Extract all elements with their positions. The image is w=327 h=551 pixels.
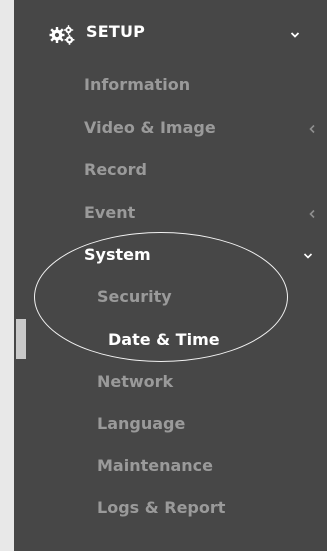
sidebar-subitem-network[interactable]: Network xyxy=(14,363,327,403)
sidebar-item-record[interactable]: Record xyxy=(14,151,327,191)
chevron-down-icon xyxy=(290,32,300,38)
sidebar-item-label: Date & Time xyxy=(108,330,220,349)
sidebar-subitem-logs-report[interactable]: Logs & Report xyxy=(14,489,327,529)
sidebar-item-label: Language xyxy=(97,414,186,433)
sidebar-item-label: System xyxy=(84,245,151,264)
setup-sidebar: SETUP Information Video & Image Record E… xyxy=(14,0,327,551)
sidebar-item-label: Network xyxy=(97,372,174,391)
chevron-left-icon xyxy=(309,124,315,134)
sidebar-item-label: Event xyxy=(84,203,136,222)
sidebar-subitem-date-time[interactable]: Date & Time xyxy=(14,321,327,361)
setup-menu-label: SETUP xyxy=(86,22,146,41)
sidebar-item-label: Logs & Report xyxy=(97,498,226,517)
collapse-handle[interactable] xyxy=(16,319,26,359)
gears-icon xyxy=(49,25,75,45)
sidebar-item-information[interactable]: Information xyxy=(14,66,327,106)
setup-menu-header[interactable]: SETUP xyxy=(14,14,327,54)
chevron-left-icon xyxy=(309,209,315,219)
sidebar-item-label: Information xyxy=(84,75,191,94)
left-edge-strip xyxy=(0,0,14,551)
sidebar-item-event[interactable]: Event xyxy=(14,194,327,234)
page-frame: SETUP Information Video & Image Record E… xyxy=(0,0,327,551)
sidebar-subitem-maintenance[interactable]: Maintenance xyxy=(14,447,327,487)
sidebar-item-video-image[interactable]: Video & Image xyxy=(14,109,327,149)
sidebar-item-label: Maintenance xyxy=(97,456,214,475)
sidebar-item-system[interactable]: System xyxy=(14,236,327,276)
sidebar-item-label: Security xyxy=(97,287,172,306)
sidebar-subitem-security[interactable]: Security xyxy=(14,278,327,318)
sidebar-subitem-language[interactable]: Language xyxy=(14,405,327,445)
sidebar-item-label: Record xyxy=(84,160,147,179)
sidebar-item-label: Video & Image xyxy=(84,118,216,137)
chevron-down-icon xyxy=(303,253,313,259)
